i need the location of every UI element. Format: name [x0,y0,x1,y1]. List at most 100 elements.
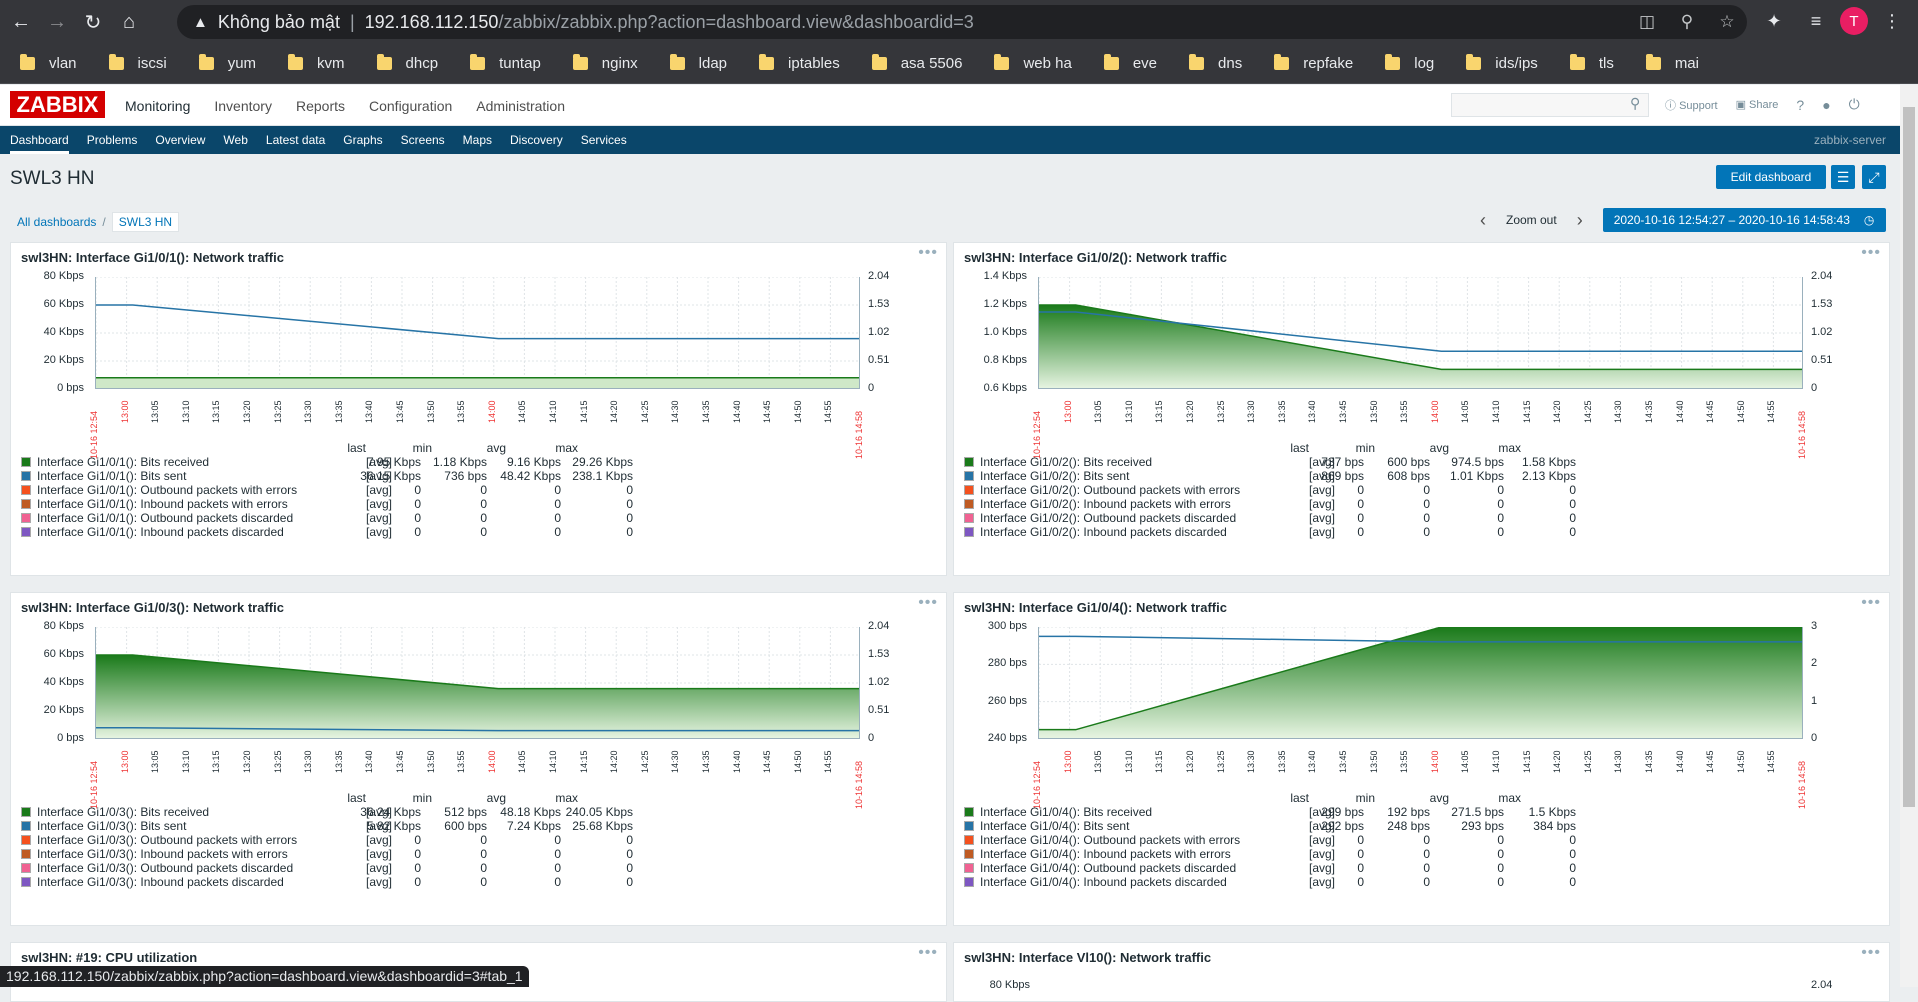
bookmark-label: iptables [788,55,840,72]
legend-item-name: Interface Gi1/0/4(): Inbound packets wit… [980,847,1231,861]
help-icon[interactable]: ? [1796,97,1804,113]
bookmark-item[interactable]: dhcp [376,54,438,72]
bookmark-item[interactable]: nginx [572,54,638,72]
submenu-item-web[interactable]: Web [223,126,247,154]
submenu-item-overview[interactable]: Overview [155,126,205,154]
breadcrumb-all-dashboards[interactable]: All dashboards [17,215,96,229]
x-tick-label: 13:05 [150,750,161,773]
widget-menu-icon[interactable]: ••• [918,244,938,262]
y-tick-label: 0 bps [57,732,84,744]
zoom-out-button[interactable]: Zoom out [1506,213,1557,227]
home-icon[interactable]: ⌂ [114,7,144,37]
bookmark-item[interactable]: ids/ips [1466,54,1538,72]
star-icon[interactable]: ☆ [1707,12,1747,32]
forward-icon[interactable]: → [42,7,72,37]
y-tick-label: 80 Kbps [43,620,84,632]
bookmark-item[interactable]: kvm [288,54,345,72]
fullscreen-icon[interactable]: ⤢ [1862,165,1886,189]
bookmark-label: dns [1218,55,1243,72]
legend-value-max: 0 [1569,861,1576,875]
x-tick-label: 13:50 [425,750,436,773]
scrollbar-thumb[interactable] [1903,107,1915,807]
support-link[interactable]: ⓘ Support [1665,97,1718,113]
bookmark-item[interactable]: eve [1103,54,1157,72]
url-path: /zabbix/zabbix.php?action=dashboard.view… [498,11,974,32]
y-right-tick-label: 0.51 [1811,354,1833,366]
x-tick-label: 14:15 [578,750,589,773]
bookmark-item[interactable]: dns [1189,54,1243,72]
extensions-icon[interactable]: ✦ [1756,11,1792,32]
menu-item-configuration[interactable]: Configuration [369,94,452,118]
logout-icon[interactable]: ⏻ [1849,96,1860,113]
widget-menu-icon[interactable]: ••• [1861,944,1881,962]
x-tick-label: 13:00 [119,750,130,773]
bookmark-item[interactable]: asa 5506 [871,54,962,72]
bookmark-item[interactable]: tuntap [470,54,541,72]
time-range-selector[interactable]: 2020-10-16 12:54:27 – 2020-10-16 14:58:4… [1602,208,1886,232]
breadcrumb-current[interactable]: SWL3 HN [111,212,180,232]
widget-menu-icon[interactable]: ••• [918,944,938,962]
share-link[interactable]: ▣ Share [1736,98,1779,111]
chart-area[interactable] [1038,277,1803,389]
widget-menu-icon[interactable]: ••• [1861,594,1881,612]
chart-area[interactable] [95,627,860,739]
submenu-item-problems[interactable]: Problems [87,126,138,154]
menu-item-inventory[interactable]: Inventory [214,94,272,118]
widget-menu-icon[interactable]: ••• [918,594,938,612]
submenu-item-maps[interactable]: Maps [463,126,492,154]
x-tick-label: 14:55 [823,750,834,773]
y-axis-right-label: 2.04 [1811,979,1833,991]
zabbix-logo[interactable]: ZABBIX [10,91,105,118]
scrollbar[interactable] [1900,85,1918,987]
x-tick-label: 13:20 [1185,750,1195,773]
bookmark-item[interactable]: yum [198,54,256,72]
submenu-item-screens[interactable]: Screens [401,126,445,154]
bookmark-item[interactable]: iscsi [108,54,167,72]
reload-icon[interactable]: ↻ [78,7,108,37]
bookmark-item[interactable]: log [1385,54,1434,72]
x-tick-label: 14:30 [670,750,681,773]
menu-item-monitoring[interactable]: Monitoring [125,94,190,118]
user-profile-icon[interactable]: ● [1822,97,1830,113]
graph-widget: swl3HN: Interface Gi1/0/4(): Network tra… [953,592,1890,926]
widget-menu-icon[interactable]: ••• [1861,244,1881,262]
edit-dashboard-button[interactable]: Edit dashboard [1716,165,1826,189]
graph-widget: swl3HN: Interface Gi1/0/2(): Network tra… [953,242,1890,576]
translate-icon[interactable]: ◫ [1627,12,1667,32]
kebab-menu-icon[interactable]: ⋮ [1874,11,1910,32]
legend-header: last min avg max [964,791,1864,805]
avatar[interactable]: T [1840,7,1868,35]
reading-list-icon[interactable]: ≡ [1798,11,1834,32]
search-input[interactable] [1451,93,1649,117]
bookmark-item[interactable]: tls [1569,54,1614,72]
graph-widget: swl3HN: Interface Gi1/0/1(): Network tra… [10,242,947,576]
chart-area[interactable] [95,277,860,389]
bookmark-item[interactable]: ldap [669,54,727,72]
chevron-left-icon[interactable]: ‹ [1470,210,1496,231]
bookmark-item[interactable]: repfake [1274,54,1353,72]
back-icon[interactable]: ← [6,7,36,37]
y-right-tick-label: 1.02 [868,676,890,688]
address-bar[interactable]: ▲ Không bảo mật | 192.168.112.150 /zabbi… [177,5,1747,39]
zoom-icon[interactable]: ⚲ [1667,12,1707,32]
y-right-tick-label: 0.51 [868,704,890,716]
search-icon[interactable]: ⚲ [1630,95,1640,112]
submenu-item-discovery[interactable]: Discovery [510,126,563,154]
x-tick-label: 14:20 [609,750,620,773]
submenu-item-services[interactable]: Services [581,126,627,154]
menu-item-reports[interactable]: Reports [296,94,345,118]
bookmark-item[interactable]: iptables [759,54,840,72]
chevron-right-icon[interactable]: › [1567,210,1593,231]
actions-menu-icon[interactable]: ☰ [1831,165,1855,189]
x-tick-label: 14:00 [486,750,497,773]
bookmark-item[interactable]: mai [1645,54,1699,72]
submenu-item-latest-data[interactable]: Latest data [266,126,325,154]
x-tick-label: 13:05 [150,400,161,423]
x-tick-label: 14:10 [548,400,558,423]
bookmark-item[interactable]: vlan [20,54,77,72]
submenu-item-dashboard[interactable]: Dashboard [10,126,69,154]
bookmark-item[interactable]: web ha [994,54,1072,72]
submenu-item-graphs[interactable]: Graphs [343,126,382,154]
chart-area[interactable] [1038,627,1803,739]
menu-item-administration[interactable]: Administration [476,94,565,118]
